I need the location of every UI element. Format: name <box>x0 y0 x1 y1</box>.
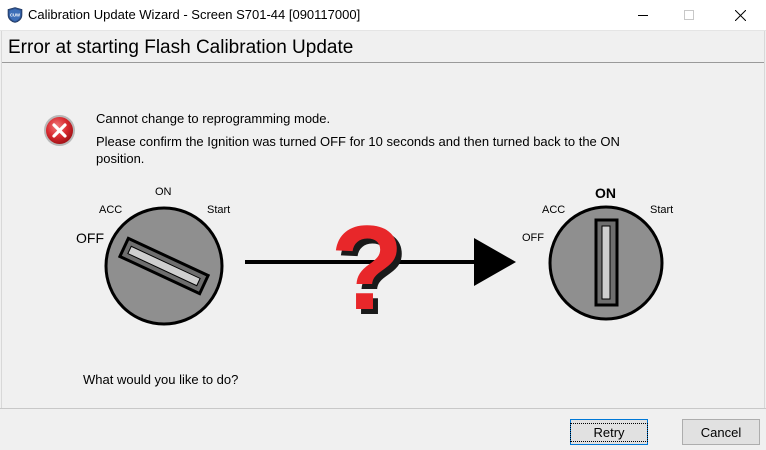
cancel-button[interactable]: Cancel <box>682 419 760 445</box>
right-key-label-acc: ACC <box>542 204 566 216</box>
left-key-label-acc: ACC <box>99 204 123 216</box>
right-key-label-on: ON <box>595 185 616 201</box>
ignition-key-on-illustration <box>548 205 664 321</box>
right-key-label-start: Start <box>650 204 674 216</box>
left-key-label-off: OFF <box>76 230 104 246</box>
question-mark-icon: ? <box>330 201 403 335</box>
left-key-label-start: Start <box>207 204 231 216</box>
ignition-key-off-illustration <box>104 206 224 326</box>
right-key-label-off: OFF <box>522 232 544 244</box>
action-prompt: What would you like to do? <box>83 372 239 387</box>
footer-divider <box>0 408 766 409</box>
retry-button-label: Retry <box>570 422 648 442</box>
retry-button[interactable]: Retry <box>570 419 648 445</box>
left-key-label-on: ON <box>155 186 172 198</box>
